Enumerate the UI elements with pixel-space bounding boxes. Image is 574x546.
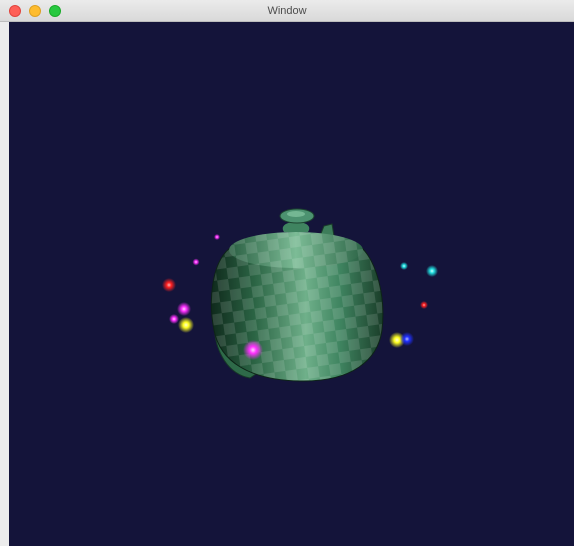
window-title: Window [267, 5, 307, 17]
light-magenta-5 [243, 340, 263, 360]
app-window: Window [0, 0, 574, 546]
title-bar[interactable]: Window [0, 0, 574, 22]
light-yellow-1 [178, 317, 194, 333]
light-red-2 [420, 301, 428, 309]
light-cyan-2 [426, 265, 438, 277]
light-magenta-2 [192, 258, 200, 266]
light-magenta-3 [177, 302, 191, 316]
teapot-lid [229, 208, 363, 268]
window-left-edge [0, 22, 9, 546]
light-magenta-4 [169, 314, 179, 324]
light-blue-1 [400, 332, 414, 346]
light-red-1 [162, 278, 176, 292]
teapot-scene [162, 208, 438, 382]
render-viewport[interactable] [0, 22, 574, 546]
light-magenta-1 [214, 234, 220, 240]
light-cyan-1 [400, 262, 408, 270]
